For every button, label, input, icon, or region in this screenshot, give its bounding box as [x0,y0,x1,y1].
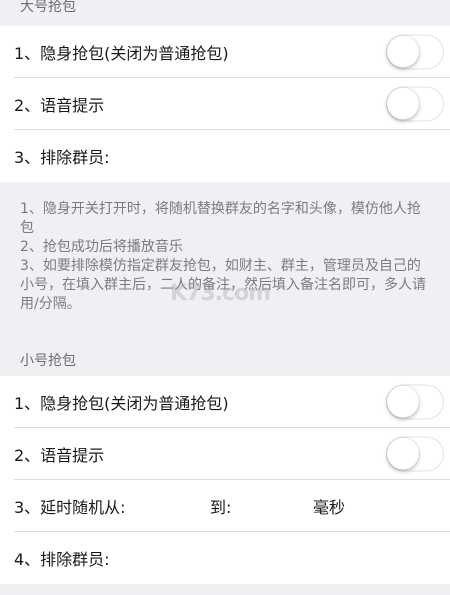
row-small-delay[interactable]: 3、延时随机从: 到: 毫秒 [0,480,450,532]
row-big-exclude-members[interactable]: 3、排除群员: [0,130,450,182]
stealth-toggle[interactable] [386,34,444,70]
row-label: 4、排除群员: [14,550,110,569]
row-label: 1、隐身抢包(关闭为普通抢包) [14,44,229,63]
voice-toggle[interactable] [386,86,444,122]
toggle-knob [387,437,419,470]
voice-toggle[interactable] [386,436,444,472]
row-small-stealth: 1、隐身抢包(关闭为普通抢包) [0,376,450,428]
row-big-voice: 2、语音提示 [0,78,450,130]
delay-to-label: 到: [210,498,232,517]
stealth-toggle[interactable] [386,384,444,420]
section-header-big: 大号抢包 [0,0,450,26]
delay-unit-label: 毫秒 [313,498,346,517]
toggle-knob [387,35,419,68]
section-header-small: 小号抢包 [0,346,450,376]
row-small-exclude-members[interactable]: 4、排除群员: [0,532,450,584]
big-settings-group: 1、隐身抢包(关闭为普通抢包) 2、语音提示 3、排除群员: [0,26,450,182]
row-big-stealth: 1、隐身抢包(关闭为普通抢包) [0,26,450,78]
row-label: 1、隐身抢包(关闭为普通抢包) [14,394,229,413]
row-label: 3、延时随机从: [14,498,126,517]
toggle-knob [387,385,419,418]
row-label: 2、语音提示 [14,96,105,115]
watermark-logo: K73.com [170,281,271,306]
row-label: 2、语音提示 [14,446,105,465]
row-label: 3、排除群员: [14,148,110,167]
row-small-voice: 2、语音提示 [0,428,450,480]
note-line: 2、抢包成功后将播放音乐 [20,239,183,255]
note-line: 1、隐身开关打开时，将随机替换群友的名字和头像，模仿他人抢包 [20,201,421,236]
notes-panel: 1、隐身开关打开时，将随机替换群友的名字和头像，模仿他人抢包 2、抢包成功后将播… [0,182,450,346]
toggle-knob [387,87,419,120]
small-settings-group: 1、隐身抢包(关闭为普通抢包) 2、语音提示 3、延时随机从: 到: 毫秒 4、… [0,376,450,584]
